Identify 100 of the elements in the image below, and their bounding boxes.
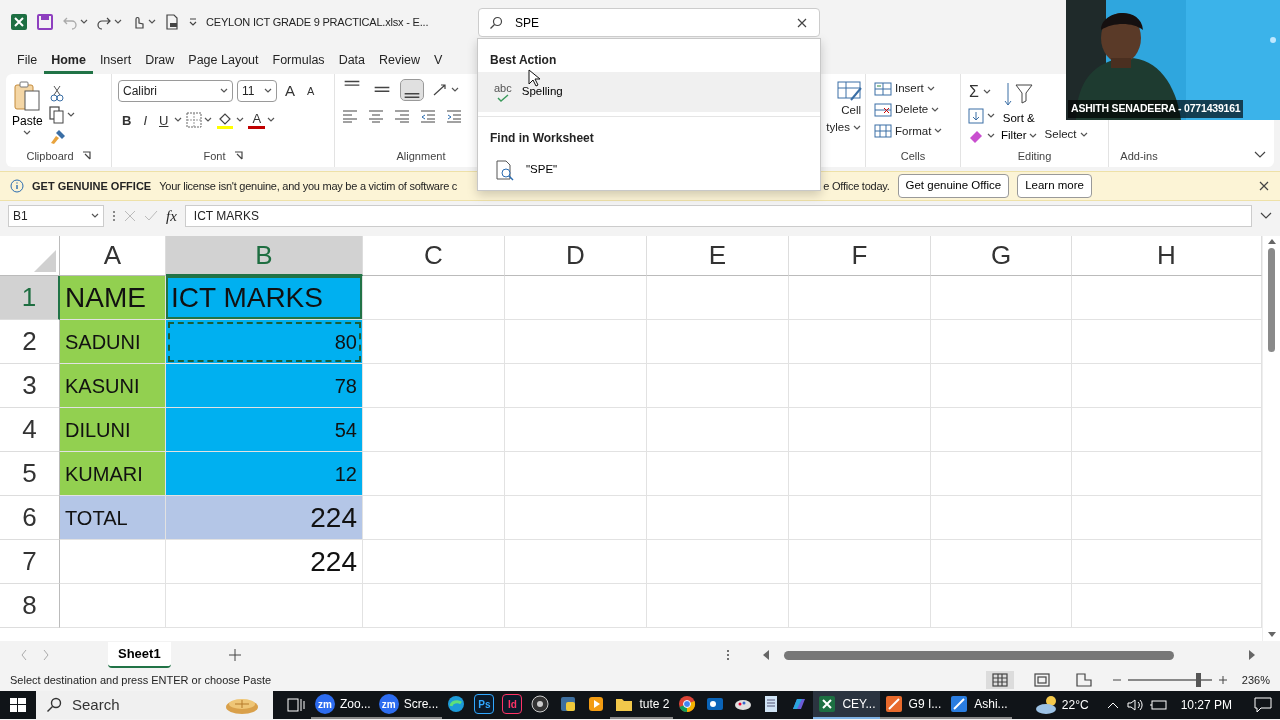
taskbar-app[interactable]: Id bbox=[498, 691, 527, 719]
spreadsheet-cell[interactable] bbox=[647, 364, 789, 408]
caret-icon[interactable] bbox=[91, 213, 99, 219]
row-header[interactable]: 6 bbox=[0, 496, 60, 540]
taskbar-search-field[interactable]: Search bbox=[36, 691, 273, 719]
ribbon-tab[interactable]: Data bbox=[331, 48, 373, 74]
spreadsheet-cell[interactable]: 224 bbox=[166, 540, 363, 584]
spreadsheet-cell[interactable]: KUMARI bbox=[60, 452, 166, 496]
ribbon-tab[interactable]: File bbox=[10, 48, 45, 74]
caret-icon[interactable] bbox=[204, 117, 213, 124]
ribbon-tab[interactable]: Review bbox=[372, 48, 428, 74]
spreadsheet-cell[interactable] bbox=[931, 320, 1072, 364]
expand-icon[interactable] bbox=[1260, 212, 1272, 220]
spreadsheet-cell[interactable] bbox=[789, 364, 931, 408]
taskbar-app[interactable]: CEY... bbox=[813, 691, 880, 719]
column-header[interactable]: G bbox=[931, 236, 1072, 276]
spreadsheet-cell[interactable] bbox=[931, 540, 1072, 584]
column-header[interactable]: A bbox=[60, 236, 166, 276]
search-result[interactable]: abc Spelling bbox=[478, 72, 820, 112]
ribbon-tab[interactable]: V bbox=[427, 48, 450, 74]
ribbon-tab[interactable]: Draw bbox=[138, 48, 182, 74]
slider-thumb[interactable] bbox=[1196, 673, 1202, 687]
spreadsheet-cell[interactable] bbox=[789, 496, 931, 540]
format-painter-icon[interactable] bbox=[48, 128, 67, 146]
zoom-in-icon[interactable] bbox=[1217, 675, 1228, 685]
notice-button[interactable]: Learn more bbox=[1017, 174, 1092, 198]
spreadsheet-cell[interactable] bbox=[60, 540, 166, 584]
spreadsheet-cell[interactable] bbox=[931, 452, 1072, 496]
spreadsheet-cell[interactable] bbox=[647, 320, 789, 364]
spreadsheet-cell[interactable] bbox=[363, 540, 505, 584]
font-size-dropdown[interactable]: 11 bbox=[237, 80, 277, 103]
fill-down-icon[interactable] bbox=[967, 108, 985, 124]
spreadsheet-cell[interactable] bbox=[789, 540, 931, 584]
spreadsheet-cell[interactable] bbox=[789, 320, 931, 364]
row-header[interactable]: 1 bbox=[0, 276, 60, 320]
fill-color-icon[interactable] bbox=[216, 111, 235, 130]
align-right-icon[interactable] bbox=[393, 108, 411, 124]
close-icon[interactable] bbox=[1258, 180, 1270, 192]
align-left-icon[interactable] bbox=[341, 108, 359, 124]
dialog-launcher-icon[interactable] bbox=[81, 151, 91, 161]
spreadsheet-cell[interactable]: ICT MARKS bbox=[166, 276, 363, 320]
spreadsheet-cell[interactable]: TOTAL bbox=[60, 496, 166, 540]
spreadsheet-cell[interactable] bbox=[789, 452, 931, 496]
column-header[interactable]: D bbox=[505, 236, 647, 276]
cell-styles-icon[interactable] bbox=[837, 80, 863, 102]
cut-icon[interactable] bbox=[48, 84, 65, 102]
spreadsheet-cell[interactable] bbox=[363, 364, 505, 408]
customize-icon[interactable] bbox=[188, 17, 198, 27]
notice-button[interactable]: Get genuine Office bbox=[897, 174, 1010, 198]
bottom-align-icon[interactable] bbox=[401, 80, 423, 100]
grow-font-button[interactable]: A bbox=[281, 80, 299, 103]
spreadsheet-cell[interactable] bbox=[505, 408, 647, 452]
ribbon-tab[interactable]: Page Layout bbox=[181, 48, 266, 74]
print-preview-icon[interactable] bbox=[164, 14, 180, 30]
add-sheet-icon[interactable] bbox=[228, 649, 241, 661]
row-header[interactable]: 7 bbox=[0, 540, 60, 584]
spreadsheet-cell[interactable] bbox=[505, 540, 647, 584]
caret-icon[interactable] bbox=[451, 87, 459, 93]
close-icon[interactable] bbox=[796, 17, 808, 29]
spreadsheet-cell[interactable] bbox=[505, 496, 647, 540]
caret-icon[interactable] bbox=[23, 130, 32, 136]
caret-icon[interactable] bbox=[236, 117, 245, 124]
copy-icon[interactable] bbox=[48, 106, 65, 124]
scroll-down-icon[interactable] bbox=[1267, 632, 1276, 638]
column-header[interactable]: H bbox=[1072, 236, 1262, 276]
spreadsheet-cell[interactable] bbox=[931, 584, 1072, 628]
bold-button[interactable]: B bbox=[118, 110, 136, 130]
spreadsheet-cell[interactable]: KASUNI bbox=[60, 364, 166, 408]
column-header[interactable]: C bbox=[363, 236, 505, 276]
caret-icon[interactable] bbox=[987, 133, 995, 139]
spreadsheet-cell[interactable]: DILUNI bbox=[60, 408, 166, 452]
insert-function-button[interactable]: fx bbox=[166, 204, 177, 228]
volume-icon[interactable] bbox=[1126, 698, 1143, 712]
spreadsheet-cell[interactable]: 12 bbox=[166, 452, 363, 496]
spreadsheet-cell[interactable] bbox=[789, 408, 931, 452]
caret-icon[interactable] bbox=[934, 128, 943, 135]
decrease-indent-icon[interactable] bbox=[419, 108, 437, 124]
spreadsheet-cell[interactable] bbox=[931, 408, 1072, 452]
row-header[interactable]: 8 bbox=[0, 584, 60, 628]
name-box[interactable]: B1 bbox=[8, 205, 104, 227]
battery-icon[interactable] bbox=[1148, 699, 1169, 711]
caret-icon[interactable] bbox=[1079, 131, 1088, 138]
collapse-ribbon-icon[interactable] bbox=[1254, 151, 1266, 159]
select-button[interactable]: Select bbox=[1044, 126, 1077, 144]
cell-styles-label[interactable]: tyles bbox=[826, 119, 850, 137]
spreadsheet-cell[interactable]: NAME bbox=[60, 276, 166, 320]
spreadsheet-cell[interactable] bbox=[363, 408, 505, 452]
spreadsheet-cell[interactable] bbox=[166, 584, 363, 628]
taskbar-app[interactable]: Ps bbox=[470, 691, 499, 719]
spreadsheet-cell[interactable] bbox=[505, 452, 647, 496]
spreadsheet-cell[interactable] bbox=[363, 496, 505, 540]
spreadsheet-cell[interactable] bbox=[505, 364, 647, 408]
font-name-dropdown[interactable]: Calibri bbox=[118, 80, 233, 103]
search-query-field[interactable]: SPE bbox=[478, 8, 820, 37]
spreadsheet-cell[interactable] bbox=[505, 276, 647, 320]
caret-icon[interactable] bbox=[931, 106, 940, 113]
caret-icon[interactable] bbox=[1028, 132, 1037, 139]
task-view-icon[interactable] bbox=[287, 696, 305, 714]
normal-view-button[interactable] bbox=[985, 671, 1014, 689]
spreadsheet-cell[interactable] bbox=[505, 584, 647, 628]
